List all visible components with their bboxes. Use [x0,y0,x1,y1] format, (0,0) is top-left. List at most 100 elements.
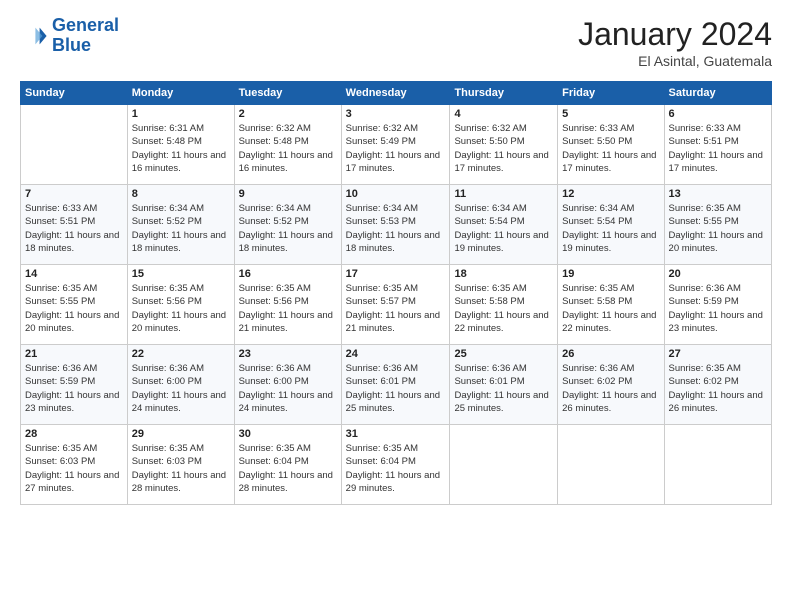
day-cell: 1 Sunrise: 6:31 AMSunset: 5:48 PMDaylight… [127,105,234,185]
day-cell: 15 Sunrise: 6:35 AMSunset: 5:56 PMDayligh… [127,265,234,345]
day-number: 11 [454,188,553,200]
day-info: Sunrise: 6:36 AMSunset: 6:02 PMDaylight:… [562,362,659,415]
day-info: Sunrise: 6:34 AMSunset: 5:52 PMDaylight:… [239,202,337,255]
day-cell: 5Sunrise: 6:33 AMSunset: 5:50 PMDaylight… [558,105,664,185]
weekday-header-friday: Friday [558,82,664,105]
day-number: 12 [562,188,659,200]
day-number: 21 [25,348,123,360]
month-title: January 2024 [578,16,772,53]
day-cell: 16 Sunrise: 6:35 AMSunset: 5:56 PMDayligh… [234,265,341,345]
day-cell: 9 Sunrise: 6:34 AMSunset: 5:52 PMDaylight… [234,185,341,265]
day-info: Sunrise: 6:35 AMSunset: 6:04 PMDaylight:… [239,442,337,495]
day-cell: 12Sunrise: 6:34 AMSunset: 5:54 PMDayligh… [558,185,664,265]
day-info: Sunrise: 6:34 AMSunset: 5:52 PMDaylight:… [132,202,230,255]
weekday-header-saturday: Saturday [664,82,771,105]
day-number: 5 [562,108,659,120]
day-number: 31 [346,428,446,440]
week-row-1: 7 Sunrise: 6:33 AMSunset: 5:51 PMDaylight… [21,185,772,265]
day-cell: 24 Sunrise: 6:36 AMSunset: 6:01 PMDayligh… [341,345,450,425]
logo: General Blue [20,16,119,56]
day-cell: 3 Sunrise: 6:32 AMSunset: 5:49 PMDaylight… [341,105,450,185]
day-cell: 21Sunrise: 6:36 AMSunset: 5:59 PMDayligh… [21,345,128,425]
day-info: Sunrise: 6:35 AMSunset: 5:56 PMDaylight:… [239,282,337,335]
day-info: Sunrise: 6:32 AMSunset: 5:48 PMDaylight:… [239,122,337,175]
day-cell: 2 Sunrise: 6:32 AMSunset: 5:48 PMDaylight… [234,105,341,185]
day-cell: 27Sunrise: 6:35 AMSunset: 6:02 PMDayligh… [664,345,771,425]
day-info: Sunrise: 6:31 AMSunset: 5:48 PMDaylight:… [132,122,230,175]
day-info: Sunrise: 6:35 AMSunset: 5:56 PMDaylight:… [132,282,230,335]
week-row-2: 14 Sunrise: 6:35 AMSunset: 5:55 PMDayligh… [21,265,772,345]
day-number: 10 [346,188,446,200]
day-cell: 18 Sunrise: 6:35 AMSunset: 5:58 PMDayligh… [450,265,558,345]
day-cell: 14 Sunrise: 6:35 AMSunset: 5:55 PMDayligh… [21,265,128,345]
day-info: Sunrise: 6:35 AMSunset: 5:58 PMDaylight:… [562,282,659,335]
day-number: 6 [669,108,767,120]
day-cell: 25 Sunrise: 6:36 AMSunset: 6:01 PMDayligh… [450,345,558,425]
day-cell: 22Sunrise: 6:36 AMSunset: 6:00 PMDayligh… [127,345,234,425]
day-number: 25 [454,348,553,360]
day-cell: 4 Sunrise: 6:32 AMSunset: 5:50 PMDaylight… [450,105,558,185]
day-info: Sunrise: 6:33 AMSunset: 5:51 PMDaylight:… [25,202,123,255]
page-container: General Blue January 2024 El Asintal, Gu… [0,0,792,515]
day-cell: 20Sunrise: 6:36 AMSunset: 5:59 PMDayligh… [664,265,771,345]
day-cell: 8 Sunrise: 6:34 AMSunset: 5:52 PMDaylight… [127,185,234,265]
day-number: 3 [346,108,446,120]
day-cell: 19 Sunrise: 6:35 AMSunset: 5:58 PMDayligh… [558,265,664,345]
day-cell: 28 Sunrise: 6:35 AMSunset: 6:03 PMDayligh… [21,425,128,505]
day-info: Sunrise: 6:34 AMSunset: 5:54 PMDaylight:… [454,202,553,255]
day-number: 8 [132,188,230,200]
day-info: Sunrise: 6:35 AMSunset: 6:02 PMDaylight:… [669,362,767,415]
day-info: Sunrise: 6:35 AMSunset: 6:03 PMDaylight:… [25,442,123,495]
day-number: 15 [132,268,230,280]
weekday-header-row: SundayMondayTuesdayWednesdayThursdayFrid… [21,82,772,105]
day-number: 24 [346,348,446,360]
day-info: Sunrise: 6:32 AMSunset: 5:49 PMDaylight:… [346,122,446,175]
location: El Asintal, Guatemala [578,53,772,69]
day-number: 29 [132,428,230,440]
day-cell: 29 Sunrise: 6:35 AMSunset: 6:03 PMDayligh… [127,425,234,505]
day-number: 22 [132,348,230,360]
day-cell: 7 Sunrise: 6:33 AMSunset: 5:51 PMDaylight… [21,185,128,265]
day-number: 16 [239,268,337,280]
day-number: 14 [25,268,123,280]
day-info: Sunrise: 6:33 AMSunset: 5:51 PMDaylight:… [669,122,767,175]
day-info: Sunrise: 6:36 AMSunset: 6:00 PMDaylight:… [239,362,337,415]
day-cell [664,425,771,505]
logo-icon [20,22,48,50]
day-number: 1 [132,108,230,120]
day-number: 23 [239,348,337,360]
day-number: 28 [25,428,123,440]
day-info: Sunrise: 6:35 AMSunset: 5:58 PMDaylight:… [454,282,553,335]
week-row-3: 21Sunrise: 6:36 AMSunset: 5:59 PMDayligh… [21,345,772,425]
day-info: Sunrise: 6:36 AMSunset: 6:01 PMDaylight:… [454,362,553,415]
day-info: Sunrise: 6:36 AMSunset: 6:01 PMDaylight:… [346,362,446,415]
day-cell [21,105,128,185]
weekday-header-thursday: Thursday [450,82,558,105]
calendar-table: SundayMondayTuesdayWednesdayThursdayFrid… [20,81,772,505]
day-number: 17 [346,268,446,280]
day-cell: 23 Sunrise: 6:36 AMSunset: 6:00 PMDayligh… [234,345,341,425]
day-info: Sunrise: 6:32 AMSunset: 5:50 PMDaylight:… [454,122,553,175]
day-number: 7 [25,188,123,200]
day-number: 9 [239,188,337,200]
day-number: 2 [239,108,337,120]
day-info: Sunrise: 6:35 AMSunset: 5:55 PMDaylight:… [25,282,123,335]
day-number: 19 [562,268,659,280]
day-number: 4 [454,108,553,120]
day-info: Sunrise: 6:34 AMSunset: 5:53 PMDaylight:… [346,202,446,255]
day-number: 30 [239,428,337,440]
day-cell: 6 Sunrise: 6:33 AMSunset: 5:51 PMDaylight… [664,105,771,185]
day-cell: 11 Sunrise: 6:34 AMSunset: 5:54 PMDayligh… [450,185,558,265]
day-cell [450,425,558,505]
day-cell: 10 Sunrise: 6:34 AMSunset: 5:53 PMDayligh… [341,185,450,265]
day-info: Sunrise: 6:35 AMSunset: 5:57 PMDaylight:… [346,282,446,335]
logo-text: General Blue [52,16,119,56]
weekday-header-tuesday: Tuesday [234,82,341,105]
weekday-header-sunday: Sunday [21,82,128,105]
day-number: 18 [454,268,553,280]
day-cell: 26Sunrise: 6:36 AMSunset: 6:02 PMDayligh… [558,345,664,425]
week-row-0: 1 Sunrise: 6:31 AMSunset: 5:48 PMDaylight… [21,105,772,185]
day-cell: 13Sunrise: 6:35 AMSunset: 5:55 PMDayligh… [664,185,771,265]
day-info: Sunrise: 6:35 AMSunset: 6:03 PMDaylight:… [132,442,230,495]
page-header: General Blue January 2024 El Asintal, Gu… [20,16,772,69]
